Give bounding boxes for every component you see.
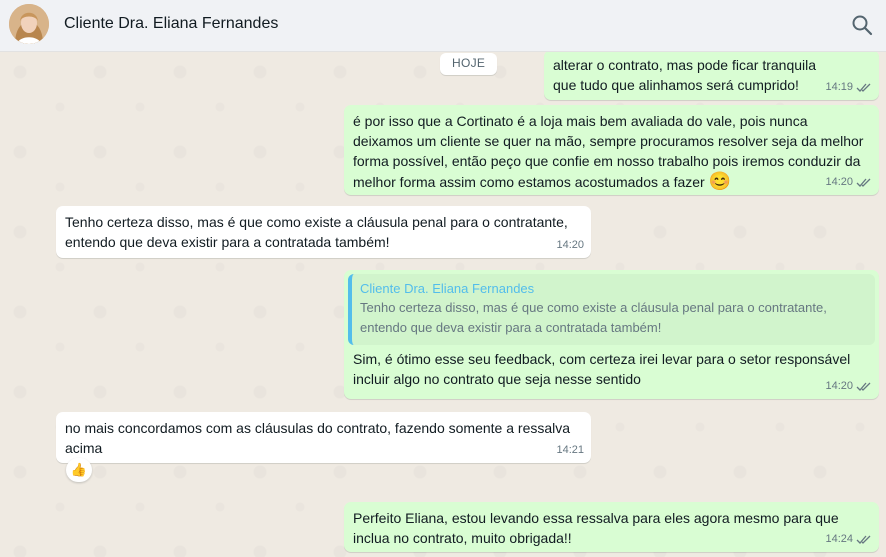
message-time: 14:20 — [825, 380, 853, 392]
quoted-message-author: Cliente Dra. Eliana Fernandes — [360, 281, 535, 296]
message-bubble-outgoing[interactable]: Cliente Dra. Eliana Fernandes Tenho cert… — [344, 270, 879, 399]
message-bubble-outgoing[interactable]: é por isso que a Cortinato é a loja mais… — [344, 105, 879, 195]
message-text: Perfeito Eliana, estou levando essa ress… — [353, 510, 839, 546]
message-text: é por isso que a Cortinato é a loja mais… — [344, 105, 879, 192]
message-text-content: é por isso que a Cortinato é a loja mais… — [353, 113, 864, 190]
chat-header: Cliente Dra. Eliana Fernandes — [0, 0, 886, 52]
message-time: 14:24 — [825, 533, 853, 545]
double-check-icon — [856, 382, 871, 391]
date-chip: HOJE — [440, 53, 498, 75]
message-time: 14:21 — [556, 444, 584, 456]
contact-avatar[interactable] — [9, 4, 49, 44]
message-text: no mais concordamos com as cláusulas do … — [65, 420, 571, 456]
message-bubble-incoming[interactable]: Tenho certeza disso, mas é que como exis… — [56, 206, 591, 258]
quoted-message-text: Tenho certeza disso, mas é que como exis… — [360, 300, 827, 335]
message-meta: 14:20 — [825, 172, 872, 192]
message-meta: 14:24 — [825, 529, 872, 549]
double-check-icon — [856, 178, 871, 187]
message-meta: 14:20 — [825, 376, 872, 396]
message-meta: 14:21 — [556, 440, 584, 460]
message-text: Sim, é ótimo esse seu feedback, com cert… — [353, 351, 851, 387]
message-bubble-outgoing[interactable]: alterar o contrato, mas pode ficar tranq… — [544, 52, 879, 100]
message-bubble-outgoing[interactable]: Perfeito Eliana, estou levando essa ress… — [344, 502, 879, 552]
contact-name[interactable]: Cliente Dra. Eliana Fernandes — [64, 15, 278, 33]
reaction-thumbs-up-icon[interactable]: 👍 — [66, 458, 92, 482]
message-time: 14:20 — [825, 176, 853, 188]
message-meta: 14:19 — [825, 77, 872, 97]
double-check-icon — [856, 535, 871, 544]
message-bubble-incoming[interactable]: no mais concordamos com as cláusulas do … — [56, 412, 591, 463]
message-text: Tenho certeza disso, mas é que como exis… — [65, 214, 568, 250]
search-icon[interactable] — [850, 13, 874, 37]
message-time: 14:20 — [556, 239, 584, 251]
double-check-icon — [856, 83, 871, 92]
message-time: 14:19 — [825, 81, 853, 93]
smiling-face-emoji-icon: 😊 — [708, 171, 732, 191]
message-meta: 14:20 — [556, 235, 584, 255]
quoted-message[interactable]: Cliente Dra. Eliana Fernandes Tenho cert… — [348, 274, 875, 345]
message-list[interactable]: HOJE alterar o contrato, mas pode ficar … — [0, 52, 886, 557]
